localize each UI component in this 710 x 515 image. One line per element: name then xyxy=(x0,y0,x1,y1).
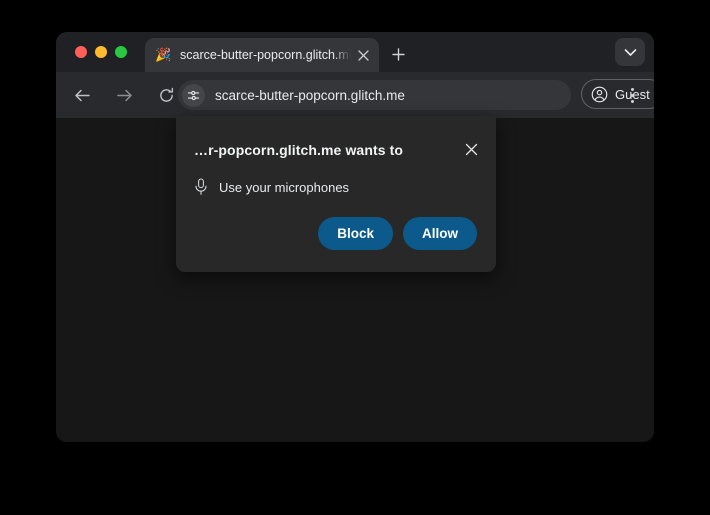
address-bar[interactable]: scarce-butter-popcorn.glitch.me xyxy=(178,80,571,110)
account-circle-icon xyxy=(591,86,608,103)
desktop-background: 🎉 scarce-butter-popcorn.glitch.me scarce… xyxy=(0,0,710,515)
browser-toolbar: scarce-butter-popcorn.glitch.me Guest xyxy=(56,72,654,118)
site-settings-button[interactable] xyxy=(182,83,205,107)
reload-button[interactable] xyxy=(152,81,180,109)
three-dot-menu-icon xyxy=(630,87,634,91)
microphone-icon xyxy=(194,178,208,196)
forward-button[interactable] xyxy=(110,81,138,109)
party-popper-icon: 🎉 xyxy=(155,47,172,62)
tab-search-button[interactable] xyxy=(615,38,645,66)
allow-button[interactable]: Allow xyxy=(403,217,477,250)
chevron-down-icon xyxy=(624,48,637,57)
tune-sliders-icon xyxy=(187,89,200,102)
permission-item: Use your microphones xyxy=(194,178,349,196)
maximize-window-button[interactable] xyxy=(115,46,127,58)
forward-arrow-icon xyxy=(116,87,133,104)
address-bar-url: scarce-butter-popcorn.glitch.me xyxy=(215,87,405,103)
back-button[interactable] xyxy=(68,81,96,109)
three-dot-menu-button[interactable] xyxy=(620,82,644,108)
close-window-button[interactable] xyxy=(75,46,87,58)
new-tab-button[interactable] xyxy=(385,41,411,67)
close-dialog-button[interactable] xyxy=(458,136,484,162)
permission-dialog-actions: Block Allow xyxy=(318,217,477,250)
close-icon xyxy=(465,143,478,156)
reload-icon xyxy=(158,87,175,104)
window-controls xyxy=(75,46,127,58)
three-dot-menu-icon xyxy=(630,93,634,97)
tab-title: scarce-butter-popcorn.glitch.me xyxy=(180,48,351,62)
block-button[interactable]: Block xyxy=(318,217,393,250)
browser-tab-active[interactable]: 🎉 scarce-butter-popcorn.glitch.me xyxy=(145,38,379,72)
permission-label: Use your microphones xyxy=(219,179,350,195)
minimize-window-button[interactable] xyxy=(95,46,107,58)
tab-strip: 🎉 scarce-butter-popcorn.glitch.me xyxy=(56,32,654,72)
close-tab-button[interactable] xyxy=(351,43,375,67)
three-dot-menu-icon xyxy=(630,99,634,103)
permission-dialog-title: …r-popcorn.glitch.me wants to xyxy=(194,142,404,158)
permission-dialog: …r-popcorn.glitch.me wants to Use your m… xyxy=(176,116,496,272)
back-arrow-icon xyxy=(74,87,91,104)
